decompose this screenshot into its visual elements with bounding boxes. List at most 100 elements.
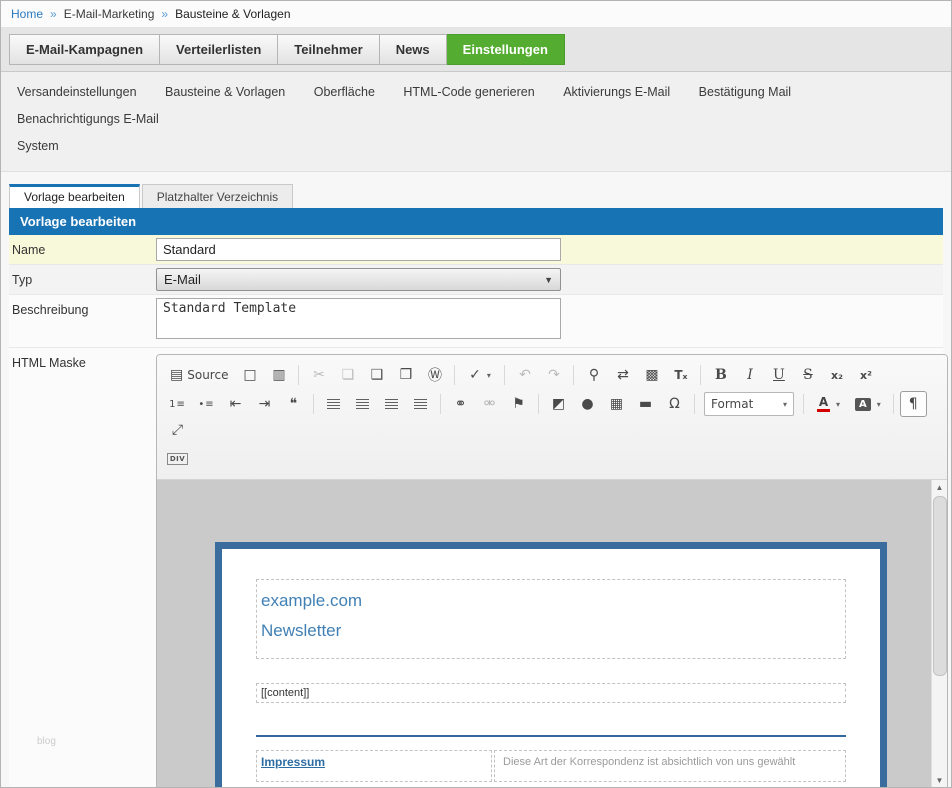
subnav-row-2: System [17,133,935,160]
numbered-list-icon: 1≡ [169,398,186,410]
nav-email-kampagnen[interactable]: E-Mail-Kampagnen [9,34,161,65]
source-button[interactable]: ▤ Source [164,362,234,388]
numbered-list-button[interactable]: 1≡ [164,391,191,417]
text-color-button[interactable]: A ▾ [810,391,847,417]
app-window: Home » E-Mail-Marketing » Bausteine & Vo… [0,0,952,788]
blockquote-button[interactable]: ❝ [280,391,307,417]
find-button[interactable]: ⚲ [580,362,607,388]
nav-news[interactable]: News [379,34,447,65]
horizontal-rule-icon: ▬ [638,396,653,412]
copy-icon: ❏ [341,367,355,383]
nav-verteilerlisten[interactable]: Verteilerlisten [160,34,279,65]
scroll-down-icon[interactable]: ▼ [932,773,947,787]
format-dropdown-value: Format [711,397,754,411]
div-container-button[interactable]: DIV [164,446,191,472]
subnav-aktivierungs-email[interactable]: Aktivierungs E-Mail [563,79,670,106]
flash-button[interactable]: ● [574,391,601,417]
scroll-up-icon[interactable]: ▲ [932,480,947,495]
chevron-down-icon: ▾ [835,399,840,409]
horizontal-rule-button[interactable]: ▬ [632,391,659,417]
paste-button[interactable]: ❑ [363,362,390,388]
breadcrumb-item-current: Bausteine & Vorlagen [175,7,291,21]
subscript-button[interactable]: x₂ [823,362,850,388]
replace-icon: ⇄ [617,367,629,383]
breadcrumb-item-email-marketing[interactable]: E-Mail-Marketing [64,7,155,21]
align-right-button[interactable] [378,391,405,417]
form-row-name: Name [9,235,943,265]
preview-button[interactable]: ▥ [265,362,292,388]
bg-color-button[interactable]: A ▾ [849,391,887,417]
select-all-button[interactable]: ▩ [638,362,665,388]
subnav-oberflaeche[interactable]: Oberfläche [314,79,375,106]
increase-indent-button[interactable]: ⇥ [251,391,278,417]
undo-button[interactable]: ↶ [511,362,538,388]
rich-text-editor: ▤ Source □ ▥ ✂ ❏ ❑ ❒ Ⓦ ✓ ▾ ↶ ↷ ⚲ ⇄ ▩ Tₓ … [156,354,948,787]
form-row-html-maske: HTML Maske ▤ Source □ ▥ ✂ ❏ ❑ ❒ Ⓦ ✓ ▾ ↶ … [9,348,948,787]
bold-button[interactable]: B [707,362,734,388]
spellcheck-button[interactable]: ✓ ▾ [461,362,498,388]
breadcrumb-separator: » [50,7,57,21]
italic-button[interactable]: I [736,362,763,388]
paste-from-word-button[interactable]: Ⓦ [421,362,448,388]
toolbar-separator [313,394,314,414]
align-left-icon [327,398,340,410]
nav-einstellungen[interactable]: Einstellungen [446,34,565,65]
subnav-html-code-generieren[interactable]: HTML-Code generieren [403,79,534,106]
select-all-icon: ▩ [645,367,659,383]
copy-button[interactable]: ❏ [334,362,361,388]
breadcrumb: Home » E-Mail-Marketing » Bausteine & Vo… [1,1,951,28]
paste-as-text-button[interactable]: ❒ [392,362,419,388]
superscript-button[interactable]: x² [852,362,879,388]
anchor-button[interactable]: ⚑ [505,391,532,417]
link-button[interactable]: ⚭ [447,391,474,417]
template-footer-note: Diese Art der Korrespondenz ist absichtl… [494,750,846,782]
align-justify-button[interactable] [407,391,434,417]
image-button[interactable]: ◩ [545,391,572,417]
subnav-benachrichtigungs-email[interactable]: Benachrichtigungs E-Mail [17,106,159,133]
flash-icon: ● [581,396,594,412]
image-icon: ◩ [551,396,566,412]
impressum-link[interactable]: Impressum [256,750,492,782]
format-dropdown[interactable]: Format ▾ [704,392,794,416]
vertical-scrollbar-thumb[interactable] [933,496,947,676]
align-center-button[interactable] [349,391,376,417]
subnav-system[interactable]: System [17,133,59,160]
breadcrumb-home-link[interactable]: Home [11,7,43,21]
name-input[interactable] [156,238,561,261]
tab-vorlage-bearbeiten[interactable]: Vorlage bearbeiten [9,184,140,208]
underline-button[interactable]: U [765,362,792,388]
editor-content-area[interactable]: example.com Newsletter [[content]] Impre… [157,480,947,787]
unlink-icon: ⚮ [483,396,496,412]
typ-select[interactable]: E-Mail ▼ [156,268,561,291]
strikethrough-button[interactable]: S [794,362,821,388]
new-page-button[interactable]: □ [236,362,263,388]
subnav-bestaetigung-mail[interactable]: Bestätigung Mail [699,79,791,106]
table-icon: ▦ [609,396,624,412]
unlink-button[interactable]: ⚮ [476,391,503,417]
show-blocks-button[interactable]: ¶ [899,391,927,417]
table-button[interactable]: ▦ [603,391,630,417]
beschreibung-textarea[interactable]: Standard Template [156,298,561,339]
breadcrumb-separator: » [161,7,169,21]
toolbar-row-1: ▤ Source □ ▥ ✂ ❏ ❑ ❒ Ⓦ ✓ ▾ ↶ ↷ ⚲ ⇄ ▩ Tₓ … [163,362,941,388]
subnav-bausteine-vorlagen[interactable]: Bausteine & Vorlagen [165,79,285,106]
toolbar-separator [504,365,506,385]
bulleted-list-button[interactable]: •≡ [193,391,220,417]
replace-button[interactable]: ⇄ [609,362,636,388]
nav-teilnehmer[interactable]: Teilnehmer [278,34,380,65]
special-char-button[interactable]: Ω [661,391,688,417]
remove-format-button[interactable]: Tₓ [667,362,694,388]
editor-vertical-scrollbar[interactable]: ▲ ▼ [931,480,947,787]
tab-platzhalter-verzeichnis[interactable]: Platzhalter Verzeichnis [141,184,294,208]
link-icon: ⚭ [454,396,467,412]
cut-button[interactable]: ✂ [305,362,332,388]
redo-button[interactable]: ↷ [540,362,567,388]
source-icon: ▤ [170,367,184,383]
decrease-indent-button[interactable]: ⇤ [222,391,249,417]
align-left-button[interactable] [320,391,347,417]
typ-select-value: E-Mail [164,272,201,287]
template-content-placeholder: [[content]] [256,683,846,703]
maximize-button[interactable]: ⤢ [164,417,191,443]
subnav-versandeinstellungen[interactable]: Versandeinstellungen [17,79,137,106]
align-justify-icon [414,398,427,410]
